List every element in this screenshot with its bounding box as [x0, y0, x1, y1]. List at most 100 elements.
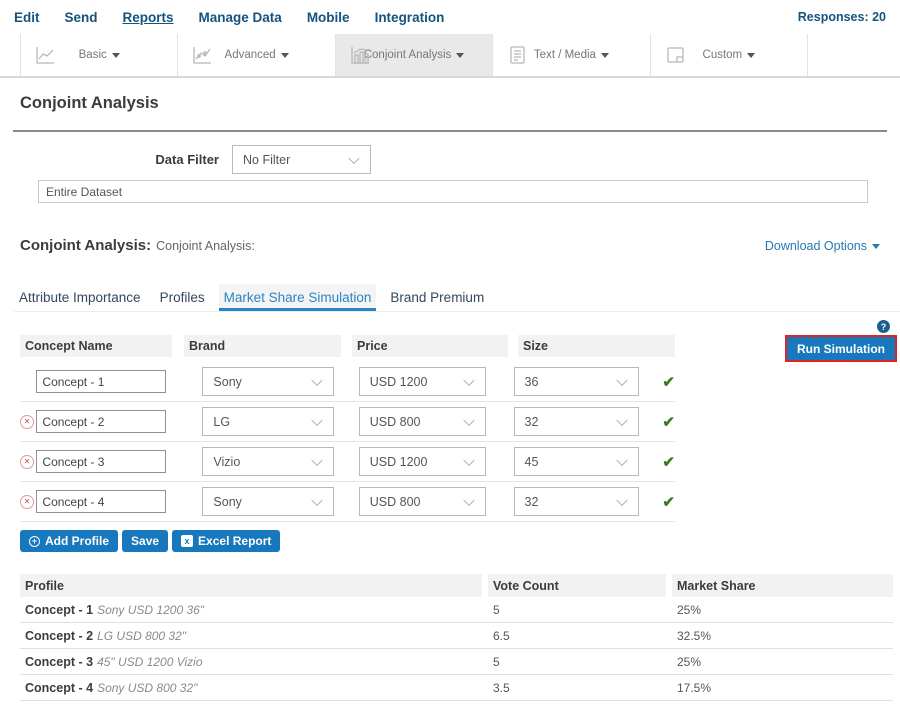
nav-item-integration[interactable]: Integration	[375, 10, 445, 25]
column-header-profile: Profile	[20, 574, 482, 597]
plus-icon: +	[29, 536, 40, 547]
line-chart-icon	[34, 44, 56, 71]
size-select[interactable]: 36	[514, 367, 640, 396]
profile-desc: 45" USD 1200 Vizio	[97, 655, 202, 669]
run-simulation-button[interactable]: Run Simulation	[785, 335, 897, 362]
chevron-down-icon	[463, 414, 474, 425]
price-select[interactable]: USD 800	[359, 487, 486, 516]
price-select[interactable]: USD 1200	[359, 447, 486, 476]
concept-name-input[interactable]	[36, 490, 166, 513]
chevron-down-icon	[617, 454, 628, 465]
nav-item-mobile[interactable]: Mobile	[307, 10, 350, 25]
concept-row-4: ✕ Sony USD 800 32 ✔	[20, 482, 675, 522]
profile-name: Concept - 4	[25, 681, 93, 695]
column-header-concept-name: Concept Name	[20, 335, 172, 357]
valid-check-icon: ✔	[662, 413, 675, 431]
download-options-button[interactable]: Download Options	[765, 239, 880, 253]
concept-name-input[interactable]	[36, 410, 166, 433]
delete-row-icon[interactable]: ✕	[20, 415, 34, 429]
market-share: 17.5%	[672, 681, 893, 695]
result-row-1: Concept - 1Sony USD 1200 36" 5 25%	[20, 597, 893, 623]
tab-market-share-simulation[interactable]: Market Share Simulation	[219, 284, 377, 311]
excel-report-button[interactable]: x Excel Report	[172, 530, 280, 552]
concept-row-2: ✕ LG USD 800 32 ✔	[20, 402, 675, 442]
data-filter-select[interactable]: No Filter	[232, 145, 371, 174]
nav-item-send[interactable]: Send	[65, 10, 98, 25]
toolbar-item-custom[interactable]: Custom	[651, 34, 808, 76]
column-header-brand: Brand	[184, 335, 341, 357]
toolbar-item-conjoint-analysis[interactable]: Conjoint Analysis	[336, 34, 493, 76]
caret-down-icon	[601, 53, 609, 58]
concept-name-input[interactable]	[36, 450, 166, 473]
valid-check-icon: ✔	[662, 373, 675, 391]
results-table: Profile Vote Count Market Share Concept …	[20, 574, 893, 701]
data-filter-value: No Filter	[243, 153, 290, 167]
toolbar-label: Custom	[703, 49, 743, 61]
chevron-down-icon	[311, 494, 322, 505]
size-select[interactable]: 32	[514, 487, 640, 516]
chevron-down-icon	[311, 454, 322, 465]
size-select[interactable]: 32	[514, 407, 640, 436]
caret-down-icon	[747, 53, 755, 58]
caret-down-icon	[872, 244, 880, 249]
result-row-2: Concept - 2 LG USD 800 32" 6.5 32.5%	[20, 623, 893, 649]
custom-layout-icon	[664, 44, 686, 71]
excel-file-icon: x	[181, 535, 193, 547]
nav-item-reports[interactable]: Reports	[123, 10, 174, 25]
size-select[interactable]: 45	[514, 447, 640, 476]
nav-item-edit[interactable]: Edit	[14, 10, 40, 25]
chevron-down-icon	[617, 374, 628, 385]
delete-row-icon[interactable]: ✕	[20, 495, 34, 509]
section-subtitle: Conjoint Analysis:	[156, 239, 255, 253]
tab-brand-premium[interactable]: Brand Premium	[385, 284, 489, 311]
chevron-down-icon	[311, 414, 322, 425]
bar-chart-icon	[349, 44, 371, 71]
top-nav: Edit Send Reports Manage Data Mobile Int…	[0, 0, 900, 34]
chevron-down-icon	[617, 414, 628, 425]
price-select[interactable]: USD 1200	[359, 367, 486, 396]
brand-select[interactable]: Vizio	[202, 447, 333, 476]
tab-profiles[interactable]: Profiles	[155, 284, 210, 311]
concept-name-input[interactable]	[36, 370, 166, 393]
profile-name: Concept - 3	[25, 655, 93, 669]
text-media-icon	[506, 44, 528, 71]
toolbar-label: Advanced	[225, 49, 276, 61]
caret-down-icon	[456, 53, 464, 58]
add-profile-button[interactable]: + Add Profile	[20, 530, 118, 552]
valid-check-icon: ✔	[662, 453, 675, 471]
toolbar-label: Basic	[79, 49, 107, 61]
column-header-market-share: Market Share	[672, 574, 893, 597]
brand-select[interactable]: Sony	[202, 487, 333, 516]
brand-select[interactable]: LG	[202, 407, 333, 436]
caret-down-icon	[281, 53, 289, 58]
vote-count: 6.5	[488, 629, 666, 643]
chevron-down-icon	[463, 374, 474, 385]
save-button[interactable]: Save	[122, 530, 168, 552]
data-filter-label: Data Filter	[0, 152, 219, 167]
profile-desc: Sony USD 800 32"	[97, 681, 197, 695]
responses-count: Responses: 20	[798, 10, 886, 24]
nav-item-manage-data[interactable]: Manage Data	[199, 10, 282, 25]
toolbar-item-text-media[interactable]: Text / Media	[493, 34, 650, 76]
toolbar-label: Conjoint Analysis	[364, 49, 452, 61]
chevron-down-icon	[617, 494, 628, 505]
price-select[interactable]: USD 800	[359, 407, 486, 436]
reports-toolbar: Basic Advanced Conjoint Analysis Text / …	[0, 34, 900, 78]
brand-select[interactable]: Sony	[202, 367, 333, 396]
delete-row-icon[interactable]: ✕	[20, 455, 34, 469]
toolbar-item-advanced[interactable]: Advanced	[178, 34, 335, 76]
market-share: 25%	[672, 655, 893, 669]
chevron-down-icon	[463, 494, 474, 505]
chevron-down-icon	[311, 374, 322, 385]
results-table-header: Profile Vote Count Market Share	[20, 574, 893, 597]
toolbar-label: Text / Media	[534, 49, 596, 61]
divider	[13, 130, 887, 132]
dataset-field[interactable]: Entire Dataset	[38, 180, 868, 203]
tab-attribute-importance[interactable]: Attribute Importance	[14, 284, 146, 311]
profile-desc: LG USD 800 32"	[97, 629, 186, 643]
profile-name: Concept - 2	[25, 629, 93, 643]
chevron-down-icon	[463, 454, 474, 465]
market-share: 32.5%	[672, 629, 893, 643]
help-icon[interactable]: ?	[877, 320, 890, 333]
toolbar-item-basic[interactable]: Basic	[21, 34, 178, 76]
